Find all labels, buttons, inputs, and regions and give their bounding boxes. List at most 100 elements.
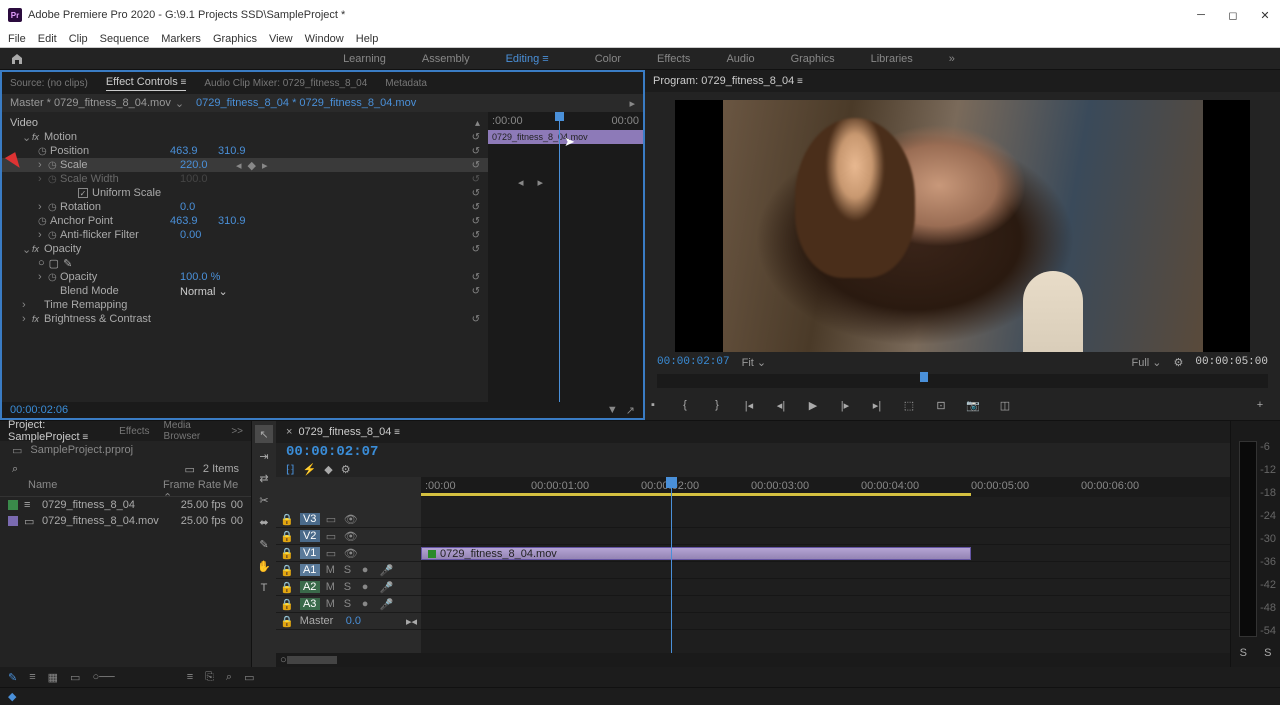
track-eye-icon[interactable]: 👁 xyxy=(344,530,356,543)
program-tab[interactable]: Program: 0729_fitness_8_04 ≡ xyxy=(653,75,803,87)
track-select-tool[interactable]: ⇥ xyxy=(255,447,273,465)
track-mic-icon[interactable]: 🎤 xyxy=(380,564,392,577)
brightness-fx-icon[interactable]: fx xyxy=(32,314,44,324)
extract-button[interactable]: ⊡ xyxy=(933,397,949,413)
opacity-val-reset[interactable]: ↺ xyxy=(472,272,480,283)
col-name[interactable]: Name xyxy=(28,479,163,496)
opacity-value[interactable]: 100.0 % xyxy=(180,271,228,283)
freeform-view-icon[interactable]: ▭ xyxy=(70,671,80,684)
anchor-stopwatch[interactable]: ◷ xyxy=(38,216,50,227)
opacity-stopwatch[interactable]: ◷ xyxy=(48,272,60,283)
pen-tool[interactable]: ✎ xyxy=(255,535,273,553)
go-to-out-button[interactable]: ▸| xyxy=(869,397,885,413)
track-voice-icon[interactable]: ● xyxy=(362,564,374,576)
anchor-reset[interactable]: ↺ xyxy=(472,216,480,227)
list-view-icon[interactable]: ≡ xyxy=(29,671,35,683)
program-monitor[interactable] xyxy=(675,100,1250,352)
workspace-color[interactable]: Color xyxy=(595,53,621,65)
track-mic-icon[interactable]: 🎤 xyxy=(380,598,392,611)
track-eye-icon[interactable]: 👁 xyxy=(344,513,356,526)
workspace-effects[interactable]: Effects xyxy=(657,53,690,65)
brightness-twisty[interactable]: › xyxy=(22,313,32,325)
mark-out-button[interactable]: } xyxy=(709,397,725,413)
new-bin-icon[interactable]: ▭ xyxy=(244,671,254,684)
workspace-audio[interactable]: Audio xyxy=(726,53,754,65)
uniform-scale-reset[interactable]: ↺ xyxy=(472,188,480,199)
position-x[interactable]: 463.9 xyxy=(170,145,218,157)
program-scrubber[interactable] xyxy=(657,374,1268,388)
workspace-libraries[interactable]: Libraries xyxy=(871,53,913,65)
track-eye-icon[interactable]: 👁 xyxy=(344,547,356,560)
menu-edit[interactable]: Edit xyxy=(38,33,57,45)
track-mute-icon[interactable]: M xyxy=(326,564,338,576)
track-output-icon[interactable]: ▭ xyxy=(326,513,338,526)
step-forward-button[interactable]: |▸ xyxy=(837,397,853,413)
ec-video-toggle[interactable]: ▴ xyxy=(475,118,480,129)
kf-add[interactable]: ◆ xyxy=(248,159,256,172)
tab-project[interactable]: Project: SampleProject ≡ xyxy=(8,419,105,443)
search-icon[interactable]: ⌕ xyxy=(12,463,18,476)
scroll-thumb[interactable] xyxy=(287,656,337,664)
scale-stopwatch[interactable]: ◷ xyxy=(48,160,60,171)
menu-clip[interactable]: Clip xyxy=(69,33,88,45)
add-marker-button[interactable]: ▪ xyxy=(645,397,661,413)
menu-view[interactable]: View xyxy=(269,33,293,45)
workspace-learning[interactable]: Learning xyxy=(343,53,386,65)
mask-rect-icon[interactable]: ▢ xyxy=(49,257,59,270)
col-media-start[interactable]: Me xyxy=(223,479,243,496)
position-y[interactable]: 310.9 xyxy=(218,145,266,157)
scale-value[interactable]: 220.0 xyxy=(180,159,228,171)
tab-audio-clip-mixer[interactable]: Audio Clip Mixer: 0729_fitness_8_04 xyxy=(204,78,367,89)
bin-icon[interactable]: ▭ xyxy=(12,444,22,457)
scale-reset[interactable]: ↺ xyxy=(472,160,480,171)
menu-sequence[interactable]: Sequence xyxy=(100,33,150,45)
track-solo-icon[interactable]: S xyxy=(344,581,356,593)
kf-nav-prev[interactable]: ◂ xyxy=(518,176,524,189)
track-lock-icon[interactable]: 🔒 xyxy=(280,564,294,577)
kf-next[interactable]: ▸ xyxy=(262,159,268,172)
lane-a1[interactable] xyxy=(421,562,1230,579)
workspace-overflow[interactable]: » xyxy=(949,53,955,65)
sort-icon[interactable]: ≡ xyxy=(187,671,193,683)
new-item-icon[interactable]: ✎ xyxy=(8,671,17,684)
scale-twisty[interactable]: › xyxy=(38,159,48,171)
track-a2[interactable]: A2 xyxy=(300,581,320,593)
ec-filter-icon[interactable]: ▼ xyxy=(607,404,618,417)
track-v3[interactable]: V3 xyxy=(300,513,320,525)
rotation-stopwatch[interactable]: ◷ xyxy=(48,202,60,213)
program-scrubber-head[interactable] xyxy=(920,372,928,382)
work-area-bar[interactable] xyxy=(421,493,971,496)
tab-metadata[interactable]: Metadata xyxy=(385,78,427,89)
rotation-twisty[interactable]: › xyxy=(38,201,48,213)
opacity-twisty[interactable]: ⌄ xyxy=(22,243,32,256)
linked-selection-icon[interactable]: ⚡ xyxy=(303,463,317,476)
program-settings-icon[interactable]: ⚙ xyxy=(1174,356,1184,369)
workspace-editing[interactable]: Editing ≡ xyxy=(506,53,559,65)
zoom-out-icon[interactable]: ○ xyxy=(280,654,287,666)
blend-reset[interactable]: ↺ xyxy=(472,286,480,297)
track-v1[interactable]: V1 xyxy=(300,547,320,559)
track-output-icon[interactable]: ▭ xyxy=(326,530,338,543)
find-icon[interactable]: ⌕ xyxy=(226,671,232,684)
position-stopwatch[interactable]: ◷ xyxy=(38,146,50,157)
lane-a2[interactable] xyxy=(421,579,1230,596)
folder-icon[interactable]: ▭ xyxy=(185,463,195,476)
opacity-fx-icon[interactable]: fx xyxy=(32,244,44,254)
mask-pen-icon[interactable]: ✎ xyxy=(63,257,72,270)
close-button[interactable]: ✕ xyxy=(1258,8,1272,22)
tab-media-browser[interactable]: Media Browser xyxy=(164,420,218,442)
hand-tool[interactable]: ✋ xyxy=(255,557,273,575)
track-voice-icon[interactable]: ● xyxy=(362,581,374,593)
go-to-in-button[interactable]: |◂ xyxy=(741,397,757,413)
antiflicker-twisty[interactable]: › xyxy=(38,229,48,241)
lane-master[interactable] xyxy=(421,613,1230,630)
menu-file[interactable]: File xyxy=(8,33,26,45)
antiflicker-reset[interactable]: ↺ xyxy=(472,230,480,241)
track-mute-icon[interactable]: M xyxy=(326,581,338,593)
anchor-y[interactable]: 310.9 xyxy=(218,215,266,227)
ripple-edit-tool[interactable]: ⇄ xyxy=(255,469,273,487)
master-value[interactable]: 0.0 xyxy=(346,615,361,627)
export-frame-button[interactable]: 📷 xyxy=(965,397,981,413)
program-fit-dropdown[interactable]: Fit ⌄ xyxy=(742,356,767,369)
workspace-assembly[interactable]: Assembly xyxy=(422,53,470,65)
